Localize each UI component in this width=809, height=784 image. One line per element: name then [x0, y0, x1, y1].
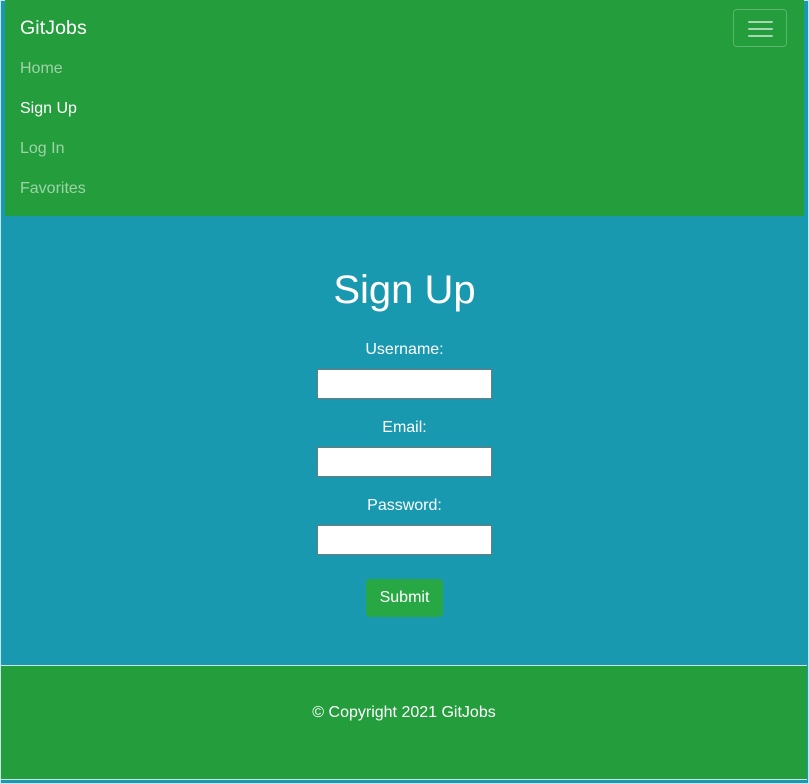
nav-item-sign-up: Sign Up — [20, 89, 86, 129]
navbar: GitJobs Home Sign Up Log In Favorites — [5, 0, 804, 216]
submit-button[interactable]: Submit — [366, 579, 443, 617]
email-label: Email: — [382, 419, 427, 436]
nav-link-favorites[interactable]: Favorites — [20, 180, 86, 197]
navbar-toggler-button[interactable] — [733, 9, 787, 47]
username-label: Username: — [365, 341, 444, 358]
nav-item-log-in: Log In — [20, 129, 86, 169]
username-input[interactable] — [317, 369, 492, 399]
main-content: Sign Up Username: Email: Password: Submi… — [0, 216, 809, 664]
password-input[interactable] — [317, 525, 492, 555]
footer: © Copyright 2021 GitJobs — [1, 665, 807, 780]
nav-item-favorites: Favorites — [20, 169, 86, 209]
nav-link-home[interactable]: Home — [20, 60, 63, 77]
brand-link[interactable]: GitJobs — [20, 17, 87, 40]
nav-link-log-in[interactable]: Log In — [20, 140, 64, 157]
page-title: Sign Up — [333, 268, 476, 312]
email-input[interactable] — [317, 447, 492, 477]
nav-link-sign-up[interactable]: Sign Up — [20, 100, 77, 117]
copyright-text: © Copyright 2021 GitJobs — [312, 704, 496, 721]
nav-list: Home Sign Up Log In Favorites — [20, 49, 86, 209]
password-label: Password: — [367, 497, 442, 514]
nav-item-home: Home — [20, 49, 86, 89]
